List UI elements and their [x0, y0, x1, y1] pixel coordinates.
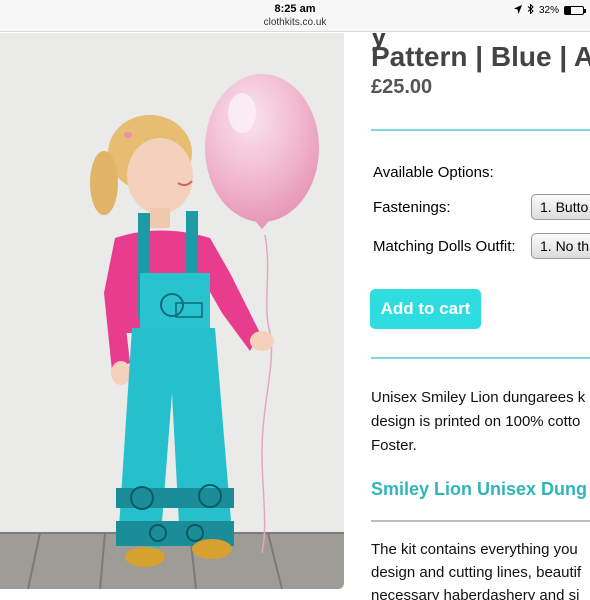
battery-level [565, 7, 571, 14]
battery-percent: 32% [538, 5, 559, 16]
product-image [0, 33, 344, 589]
product-title: Pattern | Blue | A [371, 41, 590, 72]
options-heading: Available Options: [373, 164, 494, 181]
fastenings-label: Fastenings: [373, 199, 451, 216]
divider [371, 129, 590, 131]
product-details: y Pattern | Blue | A £25.00 Available Op… [345, 33, 590, 600]
description-line: design is printed on 100% cotto [371, 413, 581, 430]
kit-description-line: The kit contains everything you [371, 541, 578, 558]
kit-description-line: design and cutting lines, beautif [371, 564, 582, 581]
kit-description-line: necessary haberdashery and si [371, 587, 580, 600]
address-url[interactable]: clothkits.co.uk [0, 17, 590, 28]
fastenings-select[interactable]: 1. Butto [531, 194, 590, 220]
kit-description: The kit contains everything you design a… [371, 538, 590, 600]
divider [371, 357, 590, 359]
status-bar: 8:25 am clothkits.co.uk 32% [0, 0, 590, 32]
dolls-outfit-select[interactable]: 1. No th [531, 233, 590, 259]
description-line: Foster. [371, 437, 417, 454]
status-indicators: 32% [513, 3, 586, 17]
bluetooth-icon [527, 3, 534, 17]
product-photo-illustration [0, 33, 344, 589]
section-heading: Smiley Lion Unisex Dung [371, 479, 588, 499]
description-line: Unisex Smiley Lion dungarees k [371, 389, 586, 406]
product-price: £25.00 [371, 76, 433, 98]
location-arrow-icon [513, 4, 522, 17]
product-description: Unisex Smiley Lion dungarees k design is… [371, 386, 590, 458]
dolls-outfit-label: Matching Dolls Outfit: [373, 238, 516, 255]
status-time: 8:25 am [274, 3, 316, 15]
divider [371, 520, 590, 522]
add-to-cart-button[interactable]: Add to cart [370, 289, 481, 329]
battery-icon [564, 6, 586, 15]
